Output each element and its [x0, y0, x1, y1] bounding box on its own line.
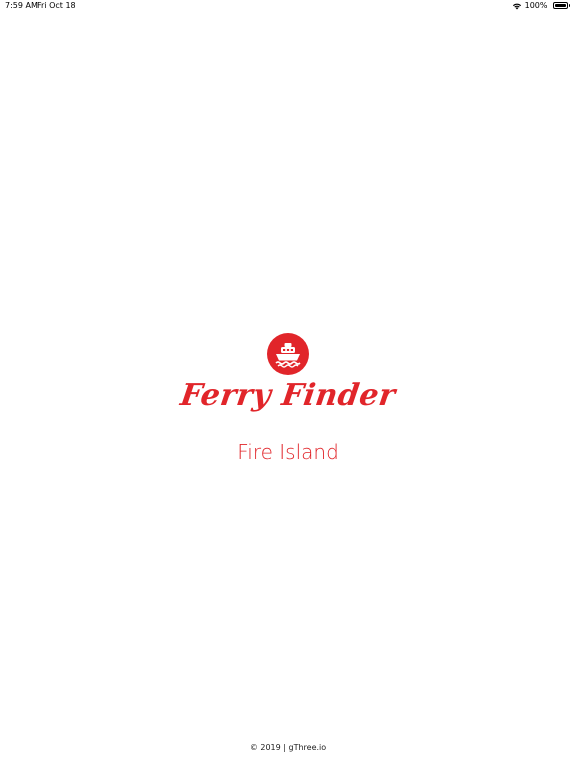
battery-tip — [568, 4, 570, 7]
wifi-icon — [512, 2, 522, 10]
status-indicators: 100% — [512, 1, 570, 10]
battery-percent: 100% — [524, 1, 548, 10]
status-time: 7:59 AM — [5, 1, 38, 10]
app-title: Ferry Finder — [178, 378, 398, 413]
battery-icon — [552, 2, 568, 9]
battery-fill — [554, 4, 566, 7]
ship-icon — [266, 332, 310, 376]
footer-copyright: © 2019 | gThree.io — [249, 743, 327, 752]
status-date: Fri Oct 18 — [37, 1, 76, 10]
status-bar: 7:59 AM Fri Oct 18 100% — [0, 0, 576, 12]
app-subtitle: Fire Island — [237, 440, 339, 464]
